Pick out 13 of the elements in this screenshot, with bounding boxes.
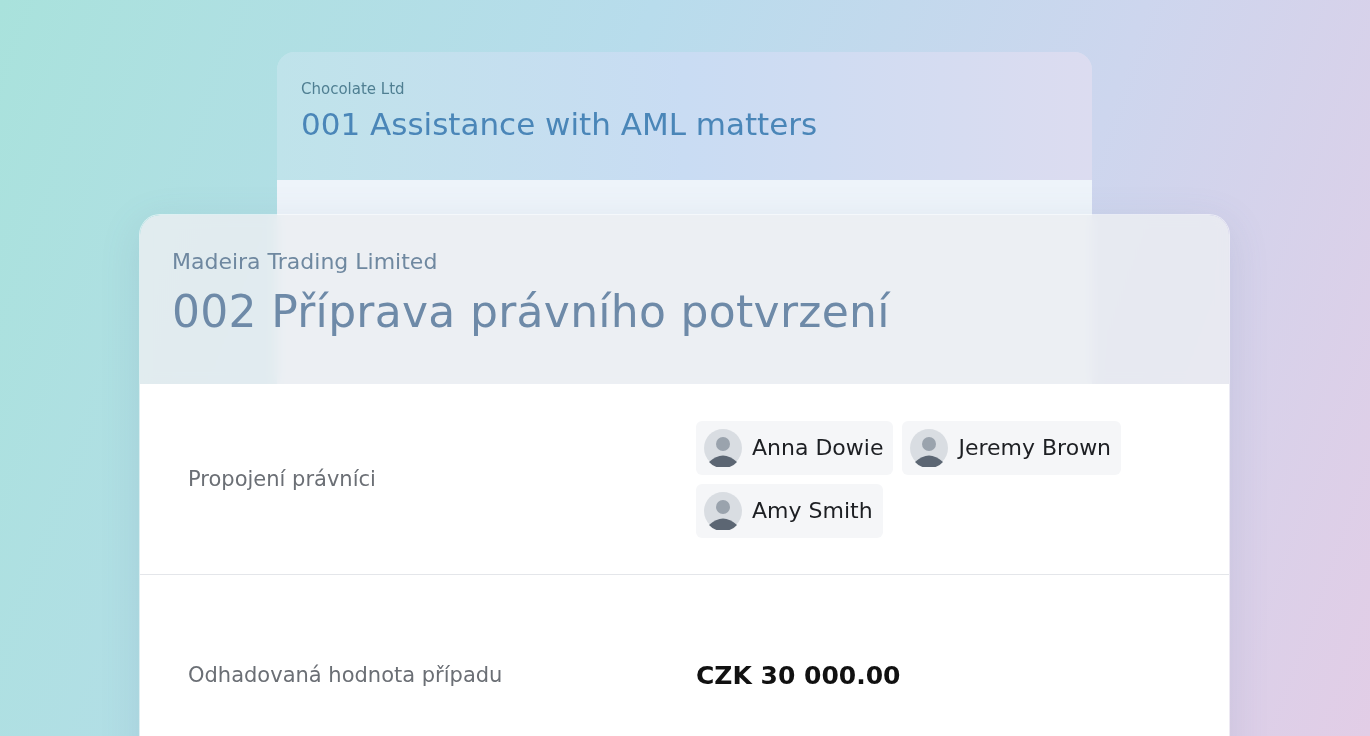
case-title: 001 Assistance with AML matters [301, 106, 819, 142]
client-name: Madeira Trading Limited [172, 249, 439, 274]
lawyer-chip[interactable]: Amy Smith [696, 483, 883, 538]
client-name: Chocolate Ltd [301, 80, 406, 98]
lawyer-chip[interactable]: Jeremy Brown [902, 420, 1122, 475]
avatar-icon [910, 428, 949, 467]
field-label: Propojení právníci [188, 467, 377, 491]
avatar-icon [704, 428, 742, 467]
case-title: 002 Příprava právního potvrzení [172, 286, 892, 337]
field-value: CZK 30 000.00 [696, 660, 902, 690]
avatar-icon [704, 491, 742, 530]
lawyer-chip[interactable]: Anna Dowie [696, 420, 894, 475]
field-label: Odhadovaná hodnota případu [188, 663, 504, 687]
